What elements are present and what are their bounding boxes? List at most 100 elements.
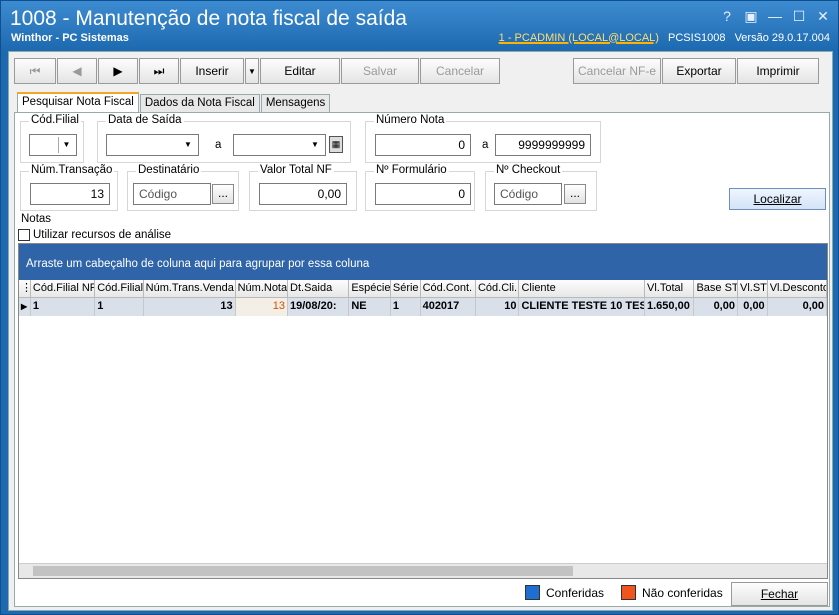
window-title: 1008 - Manutenção de nota fiscal de saíd… [10,7,407,30]
program-code: PCSIS1008 [668,32,726,44]
data-saida-to[interactable]: ▼ [233,134,326,156]
last-record-button[interactable]: ⏭ [139,58,179,84]
tab-dados[interactable]: Dados da Nota Fiscal [139,94,260,112]
cell-vl-st: 0,00 [737,298,768,316]
numero-nota-sep: a [482,139,489,151]
version-label: Versão 29.0.17.004 [734,32,830,44]
legend-conferidas: Conferidas [525,585,604,600]
first-record-button[interactable]: ⏮ [14,58,56,84]
cell-serie: 1 [390,298,421,316]
numero-nota-from[interactable]: 0 [375,134,471,156]
nao-conferidas-label: Não conferidas [642,585,723,600]
checkout-input[interactable]: Código [494,183,562,205]
tab-mensagens[interactable]: Mensagens [260,94,331,112]
valor-total-label: Valor Total NF [258,164,334,176]
insert-menu-button[interactable]: ▼ [245,58,259,84]
destinatario-input[interactable]: Código [133,183,211,205]
cod-filial-group: Cód.Filial ▼ [20,114,84,163]
row-indicator-icon: ▶ [19,298,31,316]
valor-total-input[interactable]: 0,00 [259,183,347,205]
col-cod-cli[interactable]: Cód.Cli. [475,280,520,298]
checkout-lookup-button[interactable]: ... [564,184,586,204]
cell-cod-cli: 10 [475,298,520,316]
scrollbar-thumb[interactable] [33,566,573,576]
col-cliente[interactable]: Cliente [519,280,645,298]
save-button[interactable]: Salvar [341,58,419,84]
data-saida-from[interactable]: ▼ [106,134,199,156]
edit-button[interactable]: Editar [260,58,340,84]
col-cod-filial-nf[interactable]: Cód.Filial NF [30,280,96,298]
analysis-checkbox-label: Utilizar recursos de análise [33,229,172,241]
prev-record-button[interactable]: ◀ [57,58,97,84]
cod-filial-label: Cód.Filial [29,114,81,126]
notas-grid: Arraste um cabeçalho de coluna aqui para… [18,243,828,579]
grid-header: ⋮ Cód.Filial NF Cód.Filial Núm.Trans.Ven… [19,280,827,298]
minimize-icon[interactable]: — [766,7,784,25]
valor-total-group: Valor Total NF 0,00 [249,164,357,211]
restore-icon[interactable]: ▣ [742,7,760,25]
cell-vl-desconto: 0,00 [767,298,827,316]
calendar-icon[interactable]: ▦ [329,136,343,153]
col-vl-desconto[interactable]: Vl.Desconto [767,280,827,298]
num-transacao-input[interactable]: 13 [30,183,110,205]
num-transacao-label: Núm.Transação [29,164,115,176]
col-num-trans-venda[interactable]: Núm.Trans.Venda [143,280,236,298]
destinatario-label: Destinatário [136,164,202,176]
table-row[interactable]: ▶ 1 1 13 13 19/08/20: NE 1 402017 10 CLI… [19,298,827,316]
maximize-icon[interactable]: ☐ [790,7,808,25]
horizontal-scrollbar[interactable] [19,563,827,578]
cancel-nfe-button[interactable]: Cancelar NF-e [573,58,661,84]
cancel-button[interactable]: Cancelar [420,58,500,84]
cell-num-nota: 13 [235,298,289,316]
tab-bar: Pesquisar Nota Fiscal Dados da Nota Fisc… [17,92,331,113]
col-serie[interactable]: Série [390,280,421,298]
destinatario-group: Destinatário Código ... [127,164,239,211]
col-num-nota[interactable]: Núm.Nota [235,280,289,298]
cell-cod-filial: 1 [95,298,144,316]
data-saida-label: Data de Saída [106,114,184,126]
formulario-input[interactable]: 0 [375,183,471,205]
data-saida-group: Data de Saída ▼ a ▼ ▦ [97,114,351,163]
group-by-area[interactable]: Arraste um cabeçalho de coluna aqui para… [19,244,827,280]
chevron-down-icon: ▼ [58,137,74,153]
client-area: ⏮ ◀ ▶ ⏭ Inserir ▼ Editar Salvar Cancelar… [8,51,833,611]
col-especie[interactable]: Espécie [349,280,391,298]
tab-pesquisar[interactable]: Pesquisar Nota Fiscal [17,92,139,112]
insert-button[interactable]: Inserir [180,58,244,84]
session-info: 1 - PCADMIN (LOCAL@LOCAL) PCSIS1008 Vers… [493,32,830,44]
col-vl-st[interactable]: Vl.ST [737,280,768,298]
fechar-button[interactable]: Fechar [731,582,828,606]
session-user: 1 - PCADMIN (LOCAL@LOCAL) [498,32,659,44]
window-subtitle: Winthor - PC Sistemas [11,32,129,44]
app-window: 1008 - Manutenção de nota fiscal de saíd… [0,0,839,615]
col-cod-cont[interactable]: Cód.Cont. [420,280,476,298]
cell-cod-filial-nf: 1 [30,298,96,316]
localizar-button[interactable]: Localizar [729,188,826,210]
analysis-checkbox[interactable] [18,229,30,241]
col-vl-total[interactable]: Vl.Total [645,280,695,298]
cell-dt-saida: 19/08/20: [288,298,350,316]
print-button[interactable]: Imprimir [737,58,819,84]
col-cod-filial[interactable]: Cód.Filial [95,280,144,298]
legend-nao-conferidas: Não conferidas [621,585,723,600]
checkout-label: Nº Checkout [494,164,563,176]
data-saida-sep: a [215,139,222,151]
column-chooser-icon[interactable]: ⋮ [19,280,31,298]
help-icon[interactable]: ? [718,7,736,25]
close-icon[interactable]: ✕ [814,7,832,25]
num-transacao-group: Núm.Transação 13 [20,164,118,211]
col-base-st[interactable]: Base ST [694,280,738,298]
cod-filial-select[interactable]: ▼ [29,134,77,156]
numero-nota-group: Número Nota 0 a 9999999999 [365,114,601,163]
formulario-label: Nº Formulário [374,164,449,176]
conferidas-label: Conferidas [546,585,605,600]
search-panel: Cód.Filial ▼ Data de Saída ▼ a ▼ ▦ Númer… [14,112,830,607]
nao-conferidas-swatch [621,585,636,600]
destinatario-lookup-button[interactable]: ... [212,184,234,204]
cell-base-st: 0,00 [694,298,738,316]
next-record-button[interactable]: ▶ [98,58,138,84]
numero-nota-to[interactable]: 9999999999 [495,134,591,156]
col-dt-saida[interactable]: Dt.Saida [288,280,350,298]
export-button[interactable]: Exportar [662,58,736,84]
